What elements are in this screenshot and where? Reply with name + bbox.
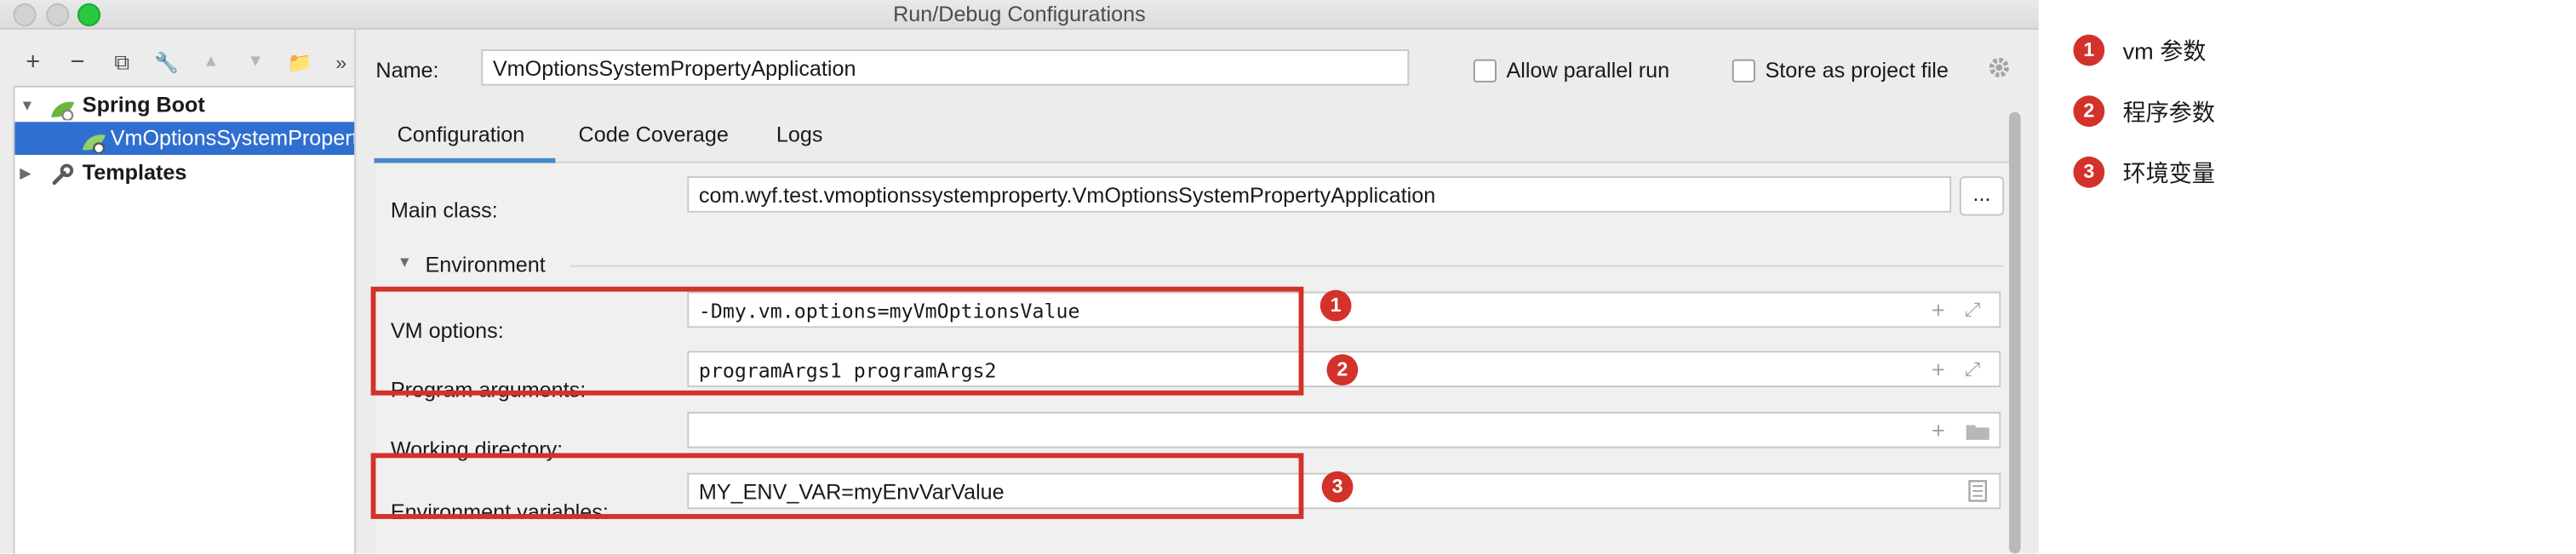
environment-separator — [570, 265, 2005, 267]
legend-badge-2: 2 — [2073, 95, 2105, 128]
main-class-input[interactable]: com.wyf.test.vmoptionssystemproperty.VmO… — [687, 176, 1952, 213]
wrench-icon — [51, 163, 74, 197]
legend-text-2: 程序参数 — [2122, 99, 2215, 126]
insert-macro-icon[interactable]: + — [1932, 419, 1945, 442]
tree-item-label: Templates — [82, 159, 187, 185]
legend-badge-1: 1 — [2073, 34, 2105, 66]
window-title: Run/Debug Configurations — [893, 1, 1146, 26]
environment-section-label: Environment — [425, 252, 546, 277]
legend-badge-3: 3 — [2073, 156, 2105, 188]
annotation-badge-3: 3 — [1321, 471, 1354, 503]
browse-main-class-button[interactable]: ... — [1959, 176, 2005, 216]
tree-item-templates[interactable]: ▶ Templates — [14, 157, 354, 190]
tab-configuration[interactable]: Configuration — [398, 122, 525, 146]
allow-parallel-run-checkbox[interactable] — [1473, 59, 1497, 83]
expand-arrow-icon[interactable]: ▼ — [20, 89, 34, 123]
tree-item-label: VmOptionsSystemPropertyApplication — [110, 125, 355, 151]
allow-parallel-run-label: Allow parallel run — [1506, 57, 1670, 83]
store-as-project-file-checkbox[interactable] — [1732, 59, 1755, 83]
remove-configuration-button[interactable]: − — [65, 49, 91, 76]
more-actions-button[interactable]: » — [328, 49, 354, 76]
vm-and-program-args-highlight — [370, 286, 1304, 396]
spring-boot-app-icon — [81, 130, 107, 155]
copy-configuration-button[interactable]: ⧉ — [109, 49, 135, 76]
add-vm-option-icon[interactable]: + — [1932, 298, 1945, 321]
edit-defaults-button[interactable]: 🔧 — [153, 49, 180, 76]
legend-text-3: 环境变量 — [2122, 159, 2215, 186]
annotation-badge-1: 1 — [1319, 289, 1352, 322]
store-as-project-file-label: Store as project file — [1765, 57, 1949, 83]
add-configuration-button[interactable]: + — [20, 49, 46, 76]
edit-environment-variables-icon[interactable] — [1968, 479, 1988, 511]
title-bar: Run/Debug Configurations — [0, 0, 2039, 30]
name-label: Name: — [375, 57, 439, 83]
folder-icon[interactable] — [1965, 420, 1991, 450]
main-class-label: Main class: — [390, 197, 498, 223]
expand-field-icon[interactable]: ⤢ — [1965, 357, 1981, 380]
move-up-button[interactable]: ▲ — [197, 49, 224, 76]
environment-variables-highlight — [370, 453, 1304, 519]
vertical-scrollbar[interactable] — [2008, 111, 2021, 554]
configuration-tree: ▼ Spring Boot VmOptionsSystemPropertyApp… — [13, 85, 357, 554]
move-down-button[interactable]: ▼ — [243, 49, 269, 76]
screenshot-stage: Run/Debug Configurations + − ⧉ 🔧 ▲ ▼ 📁 »… — [0, 0, 2576, 554]
add-program-argument-icon[interactable]: + — [1932, 357, 1945, 380]
gear-icon[interactable] — [1988, 56, 2011, 88]
run-debug-configurations-window: Run/Debug Configurations + − ⧉ 🔧 ▲ ▼ 📁 »… — [0, 0, 2039, 554]
working-directory-input[interactable] — [687, 412, 2001, 448]
tree-item-vmoptions-application[interactable]: VmOptionsSystemPropertyApplication — [14, 122, 355, 155]
annotation-badge-2: 2 — [1326, 354, 1359, 386]
tab-logs[interactable]: Logs — [776, 122, 823, 146]
expand-field-icon[interactable]: ⤢ — [1965, 298, 1981, 321]
tab-code-coverage[interactable]: Code Coverage — [579, 122, 729, 146]
name-input[interactable]: VmOptionsSystemPropertyApplication — [481, 49, 1410, 86]
collapse-arrow-icon[interactable]: ▶ — [20, 157, 31, 190]
legend-text-1: vm 参数 — [2122, 37, 2207, 65]
new-folder-button[interactable]: 📁 — [287, 49, 313, 76]
tree-item-spring-boot[interactable]: ▼ Spring Boot — [14, 89, 354, 123]
tree-item-label: Spring Boot — [82, 92, 205, 117]
environment-collapse-icon[interactable]: ▼ — [398, 254, 412, 270]
